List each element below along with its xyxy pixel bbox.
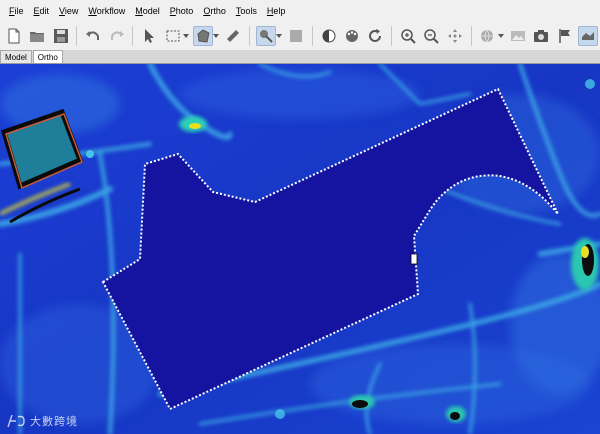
watermark-logo-icon <box>7 414 25 428</box>
zoom-in-icon <box>401 29 416 44</box>
edit-patch-button[interactable] <box>255 26 276 46</box>
menu-tools[interactable]: Tools <box>231 0 262 22</box>
flag-icon <box>558 29 570 43</box>
menu-workflow[interactable]: Workflow <box>83 0 130 22</box>
menu-photo[interactable]: Photo <box>165 0 199 22</box>
shape-tool-button[interactable] <box>578 26 598 46</box>
ortho-viewport[interactable] <box>0 64 600 434</box>
rectangle-selection-icon <box>166 30 180 42</box>
rectangle-selection-button[interactable] <box>163 26 182 46</box>
globe-dropdown[interactable] <box>497 26 504 46</box>
move-arrows-icon <box>447 29 462 43</box>
watermark: 大數跨境 <box>6 412 78 430</box>
toolbar-separator <box>249 26 250 46</box>
draw-dropdown[interactable] <box>213 26 220 46</box>
tab-ortho[interactable]: Ortho <box>32 50 63 63</box>
draw-polygon-button[interactable] <box>193 26 213 46</box>
new-document-button[interactable] <box>4 26 23 46</box>
orthomosaic-tile-button[interactable] <box>286 26 305 46</box>
menu-edit[interactable]: Edit <box>29 0 55 22</box>
polygon-vertex-handle[interactable] <box>410 253 418 265</box>
menu-file[interactable]: File <box>4 0 29 22</box>
patch-dropdown[interactable] <box>275 26 283 46</box>
zoom-out-button[interactable] <box>422 26 441 46</box>
patch-tool-icon <box>259 30 273 43</box>
open-folder-button[interactable] <box>27 26 46 46</box>
selection-dropdown[interactable] <box>182 26 189 46</box>
color-correction-button[interactable] <box>319 26 338 46</box>
pan-button[interactable] <box>445 26 464 46</box>
navigation-button[interactable] <box>139 26 158 46</box>
new-document-icon <box>8 28 20 44</box>
watermark-text: 大數跨境 <box>30 415 78 428</box>
chevron-down-icon <box>497 34 504 38</box>
menu-help[interactable]: Help <box>262 0 291 22</box>
view-tab-bar: Model Ortho <box>0 50 600 64</box>
toolbar-separator <box>132 26 134 46</box>
contrast-icon <box>322 29 336 43</box>
redo-icon <box>110 31 124 40</box>
zoom-in-button[interactable] <box>398 26 417 46</box>
toolbar-separator <box>311 26 313 46</box>
chevron-down-icon <box>275 34 282 38</box>
toolbar-separator <box>470 26 472 46</box>
orthomosaic-map[interactable] <box>0 64 600 434</box>
floppy-disk-icon <box>53 29 68 43</box>
globe-view-button[interactable] <box>478 26 497 46</box>
menu-view[interactable]: View <box>54 0 83 22</box>
toolbar-separator <box>76 26 78 46</box>
undo-icon <box>86 31 100 40</box>
tab-model[interactable]: Model <box>0 50 32 63</box>
capture-view-button[interactable] <box>531 26 550 46</box>
toolbar-separator <box>391 26 393 46</box>
globe-icon <box>481 29 494 43</box>
image-button[interactable] <box>508 26 527 46</box>
marker-button[interactable] <box>555 26 574 46</box>
main-toolbar <box>0 22 600 50</box>
save-button[interactable] <box>51 26 70 46</box>
zoom-out-icon <box>424 29 440 44</box>
polygon-icon <box>197 29 210 43</box>
tile-icon <box>290 30 303 42</box>
redo-button[interactable] <box>107 26 126 46</box>
tab-ortho-label: Ortho <box>37 53 58 62</box>
ruler-button[interactable] <box>224 26 243 46</box>
refresh-icon <box>369 29 382 42</box>
folder-icon <box>30 32 45 42</box>
chevron-down-icon <box>213 34 220 38</box>
palette-button[interactable] <box>342 26 361 46</box>
undo-button[interactable] <box>83 26 102 46</box>
menu-model[interactable]: Model <box>130 0 165 22</box>
hand-shape-icon <box>582 32 595 40</box>
chevron-down-icon <box>182 34 189 38</box>
cursor-arrow-icon <box>145 29 155 43</box>
camera-icon <box>534 30 549 42</box>
menu-ortho[interactable]: Ortho <box>198 0 231 22</box>
menu-bar: File Edit View Workflow Model Photo Orth… <box>0 0 600 22</box>
palette-icon <box>346 30 358 42</box>
image-icon <box>510 31 525 41</box>
ruler-icon <box>227 30 240 42</box>
refresh-button[interactable] <box>366 26 385 46</box>
tab-model-label: Model <box>5 53 27 62</box>
